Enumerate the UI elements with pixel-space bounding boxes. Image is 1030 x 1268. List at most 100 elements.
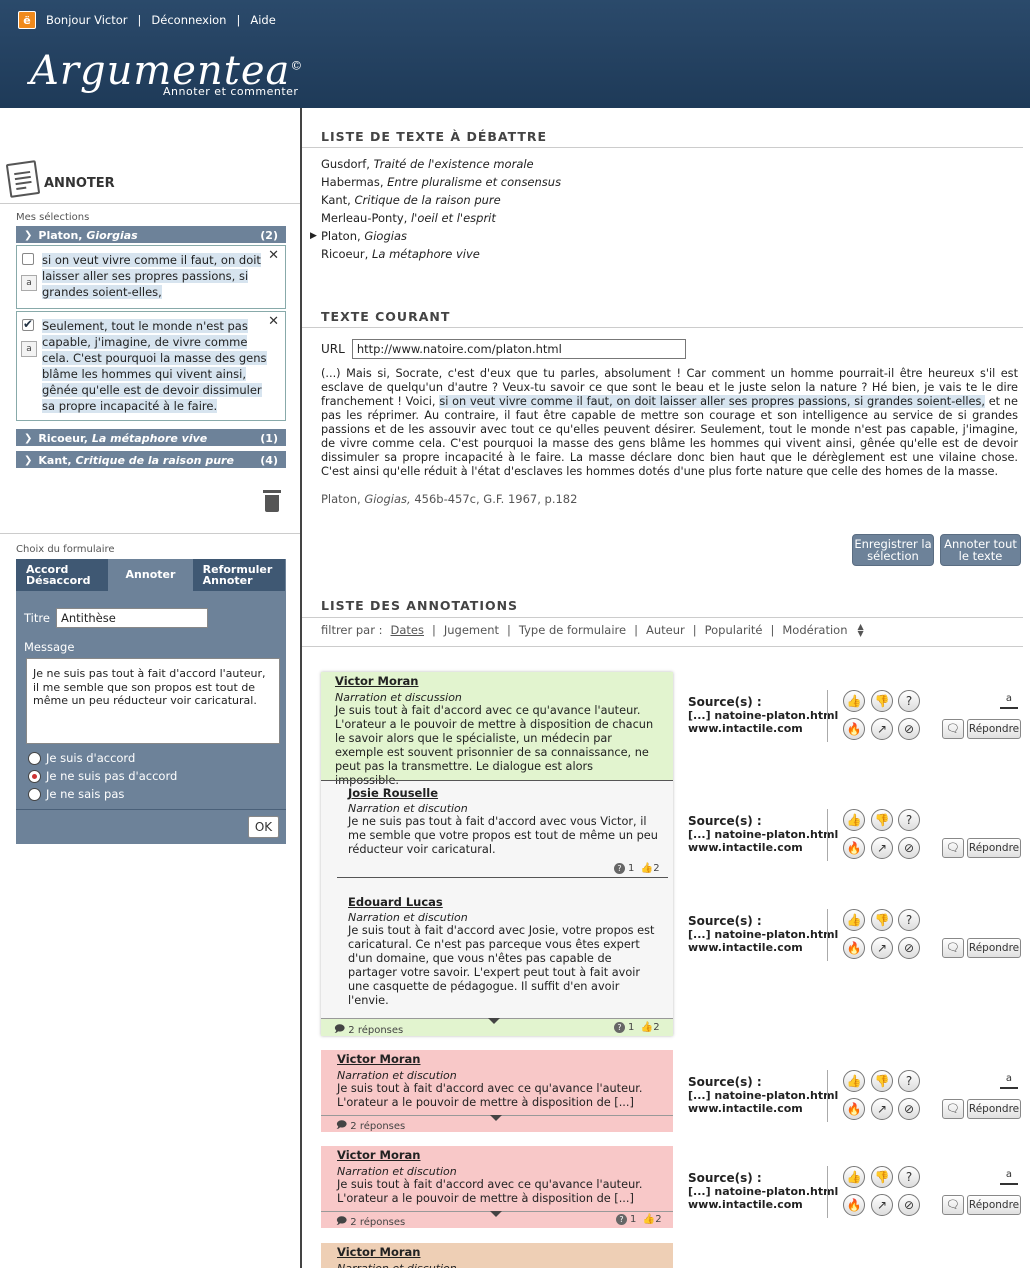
- annotate-mini-icon[interactable]: a: [21, 341, 37, 357]
- reply-button[interactable]: Répondre: [967, 1195, 1021, 1215]
- share-icon[interactable]: ↗: [871, 1098, 893, 1120]
- ok-button[interactable]: OK: [248, 816, 279, 838]
- filter-popularite[interactable]: Popularité: [705, 623, 763, 637]
- replies-count[interactable]: 🗩 2 réponses: [334, 1022, 403, 1039]
- source-link[interactable]: www.intactile.com: [688, 941, 838, 954]
- message-textarea[interactable]: [26, 658, 280, 744]
- ban-icon[interactable]: ⊘: [898, 718, 920, 740]
- text-list-item-current[interactable]: ▶ Platon, Giogias: [310, 227, 561, 245]
- annotation-reply[interactable]: Edouard Lucas Narration et discution Je …: [348, 895, 660, 1008]
- selection-checkbox[interactable]: [22, 253, 34, 265]
- comment-icon[interactable]: 🗨: [942, 1099, 964, 1119]
- selection-item[interactable]: a ✕ Seulement, tout le monde n'est pas c…: [16, 311, 286, 421]
- share-icon[interactable]: ↗: [871, 837, 893, 859]
- flame-icon[interactable]: 🔥: [843, 1194, 865, 1216]
- source-link[interactable]: www.intactile.com: [688, 1102, 838, 1115]
- filter-auteur[interactable]: Auteur: [646, 623, 685, 637]
- flame-icon[interactable]: 🔥: [843, 1098, 865, 1120]
- annotate-mini-icon[interactable]: a: [1000, 1167, 1018, 1185]
- annotation-author[interactable]: Victor Moran: [337, 1245, 657, 1259]
- tab-accord[interactable]: Accord Désaccord: [16, 559, 110, 591]
- flame-icon[interactable]: 🔥: [843, 837, 865, 859]
- ban-icon[interactable]: ⊘: [898, 937, 920, 959]
- help-link[interactable]: Aide: [250, 13, 275, 27]
- question-icon[interactable]: ?: [898, 909, 920, 931]
- radio-circle[interactable]: [28, 787, 41, 801]
- source-link[interactable]: [...] natoine-platon.html: [688, 1089, 838, 1102]
- highlighted-selection[interactable]: si on veut vivre comme il faut, on doit …: [439, 395, 985, 408]
- thumbs-down-icon[interactable]: 👎: [871, 1070, 893, 1092]
- filter-type[interactable]: Type de formulaire: [519, 623, 626, 637]
- text-list-item[interactable]: Kant, Critique de la raison pure: [321, 191, 561, 209]
- sort-icon[interactable]: ▲ ▼: [858, 623, 864, 638]
- tab-annoter[interactable]: Annoter: [109, 559, 193, 591]
- thumbs-down-icon[interactable]: 👎: [871, 690, 893, 712]
- expand-triangle-icon[interactable]: [490, 1115, 502, 1121]
- question-icon[interactable]: ?: [898, 690, 920, 712]
- text-list-item[interactable]: Gusdorf, Traité de l'existence morale: [321, 155, 561, 173]
- reply-button[interactable]: Répondre: [967, 938, 1021, 958]
- comment-icon[interactable]: 🗨: [942, 1195, 964, 1215]
- logout-link[interactable]: Déconnexion: [151, 13, 226, 27]
- radio-circle[interactable]: [28, 751, 41, 765]
- flame-icon[interactable]: 🔥: [843, 718, 865, 740]
- selection-group-platon[interactable]: ❯ Platon, Giorgias (2): [16, 226, 286, 243]
- text-list-item[interactable]: Ricoeur, La métaphore vive: [321, 245, 561, 263]
- radio-unsure[interactable]: Je ne sais pas: [28, 787, 124, 801]
- thumbs-up-icon[interactable]: 👍: [843, 1070, 865, 1092]
- expand-triangle-icon[interactable]: [488, 1018, 500, 1024]
- share-icon[interactable]: ↗: [871, 937, 893, 959]
- reply-button[interactable]: Répondre: [967, 838, 1021, 858]
- annotate-mini-icon[interactable]: a: [21, 275, 37, 291]
- annotation-author[interactable]: Edouard Lucas: [348, 895, 660, 909]
- annotation-author[interactable]: Victor Moran: [335, 674, 659, 688]
- annotation-card[interactable]: Victor Moran Narration et discussion Je …: [321, 672, 673, 787]
- source-link[interactable]: www.intactile.com: [688, 722, 838, 735]
- source-link[interactable]: www.intactile.com: [688, 841, 838, 854]
- annotation-reply[interactable]: Josie Rouselle Narration et discution Je…: [348, 786, 660, 857]
- filter-moderation[interactable]: Modération: [782, 623, 847, 637]
- radio-agree[interactable]: Je suis d'accord: [28, 751, 135, 765]
- annotation-card[interactable]: Victor Moran Narration et discution: [321, 1243, 673, 1268]
- selection-group-kant[interactable]: ❯ Kant, Critique de la raison pure (4): [16, 451, 286, 468]
- thumbs-up-icon[interactable]: 👍: [843, 909, 865, 931]
- current-text-body[interactable]: (...) Mais si, Socrate, c'est d'eux que …: [321, 367, 1018, 479]
- thumbs-down-icon[interactable]: 👎: [871, 909, 893, 931]
- share-icon[interactable]: ↗: [871, 1194, 893, 1216]
- source-link[interactable]: [...] natoine-platon.html: [688, 928, 838, 941]
- ban-icon[interactable]: ⊘: [898, 837, 920, 859]
- thumbs-up-icon[interactable]: 👍: [843, 690, 865, 712]
- selection-group-ricoeur[interactable]: ❯ Ricoeur, La métaphore vive (1): [16, 429, 286, 446]
- annotate-mini-icon[interactable]: a: [1000, 1071, 1018, 1089]
- replies-count[interactable]: 🗩 2 réponses: [336, 1214, 405, 1231]
- radio-disagree[interactable]: Je ne suis pas d'accord: [28, 769, 177, 783]
- reply-button[interactable]: Répondre: [967, 719, 1021, 739]
- question-icon[interactable]: ?: [898, 809, 920, 831]
- greeting-link[interactable]: Bonjour Victor: [46, 13, 128, 27]
- ban-icon[interactable]: ⊘: [898, 1194, 920, 1216]
- annotation-author[interactable]: Josie Rouselle: [348, 786, 660, 800]
- comment-icon[interactable]: 🗨: [942, 838, 964, 858]
- annotation-author[interactable]: Victor Moran: [337, 1052, 657, 1066]
- url-input[interactable]: [351, 339, 686, 359]
- annotate-all-button[interactable]: Annoter tout le texte: [940, 534, 1021, 566]
- question-icon[interactable]: ?: [898, 1070, 920, 1092]
- tab-reformuler[interactable]: Reformuler Annoter: [192, 559, 286, 591]
- share-icon[interactable]: ↗: [871, 718, 893, 740]
- thumbs-up-icon[interactable]: 👍: [843, 809, 865, 831]
- save-selection-button[interactable]: Enregistrer la sélection: [852, 534, 934, 566]
- filter-dates[interactable]: Dates: [391, 623, 424, 637]
- text-list-item[interactable]: Habermas, Entre pluralisme et consensus: [321, 173, 561, 191]
- expand-triangle-icon[interactable]: [490, 1211, 502, 1217]
- thumbs-up-icon[interactable]: 👍: [843, 1166, 865, 1188]
- replies-count[interactable]: 🗩 2 réponses: [336, 1118, 405, 1135]
- thumbs-down-icon[interactable]: 👎: [871, 809, 893, 831]
- ban-icon[interactable]: ⊘: [898, 1098, 920, 1120]
- comment-icon[interactable]: 🗨: [942, 938, 964, 958]
- radio-circle[interactable]: [28, 769, 41, 783]
- source-link[interactable]: [...] natoine-platon.html: [688, 709, 838, 722]
- reply-button[interactable]: Répondre: [967, 1099, 1021, 1119]
- text-list-item[interactable]: Merleau-Ponty, l'oeil et l'esprit: [321, 209, 561, 227]
- source-link[interactable]: www.intactile.com: [688, 1198, 838, 1211]
- source-link[interactable]: [...] natoine-platon.html: [688, 1185, 838, 1198]
